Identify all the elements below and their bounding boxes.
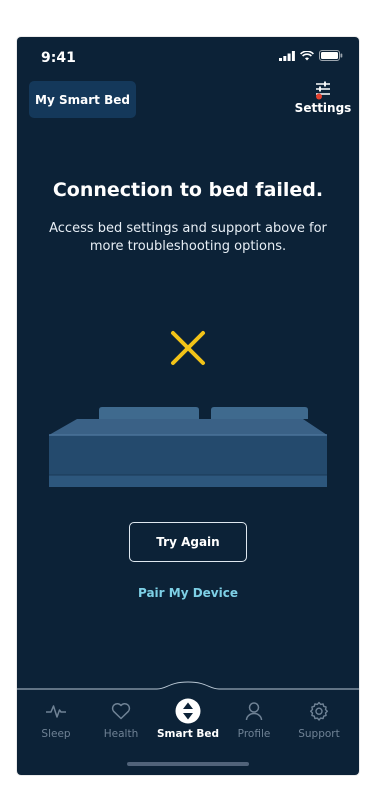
tab-sleep[interactable]: Sleep [22,699,90,740]
battery-icon [319,50,343,61]
tab-label: Smart Bed [156,728,220,740]
heart-icon [111,702,131,720]
sliders-icon [316,81,330,100]
pair-device-link[interactable]: Pair My Device [17,586,359,600]
try-again-label: Try Again [156,535,220,549]
settings-button[interactable]: Settings [294,80,352,124]
device-selector-button[interactable]: My Smart Bed [29,81,136,118]
gear-icon [310,701,328,721]
app-screen: 9:41 My Smart Bed Settings Connection to… [17,37,359,775]
wifi-icon [300,50,314,60]
person-icon [245,702,263,721]
tab-label: Profile [237,728,271,740]
page-subtitle: Access bed settings and support above fo… [49,221,327,254]
status-time: 9:41 [41,50,76,66]
tab-support[interactable]: Support [285,699,353,740]
bottom-tab-bar: Sleep Health Smart Bed Profile Support [17,679,359,775]
tab-health[interactable]: Health [87,699,155,740]
pulse-icon [46,705,66,718]
page-title: Connection to bed failed. [52,179,324,201]
status-bar: 9:41 [17,37,359,73]
tab-profile[interactable]: Profile [220,699,288,740]
cellular-signal-icon [279,50,295,61]
smart-bed-arrows-icon [175,698,201,724]
tab-label: Health [103,728,139,740]
status-icons [279,50,343,61]
error-x-icon [171,331,205,365]
try-again-button[interactable]: Try Again [129,522,247,562]
home-indicator[interactable] [127,762,249,766]
bed-illustration [49,407,327,487]
notification-dot [316,93,322,100]
device-selector-label: My Smart Bed [35,92,130,107]
tab-label: Support [298,728,340,740]
tab-label: Sleep [41,728,71,740]
settings-label: Settings [294,101,352,115]
tab-smart-bed[interactable]: Smart Bed [154,698,222,740]
